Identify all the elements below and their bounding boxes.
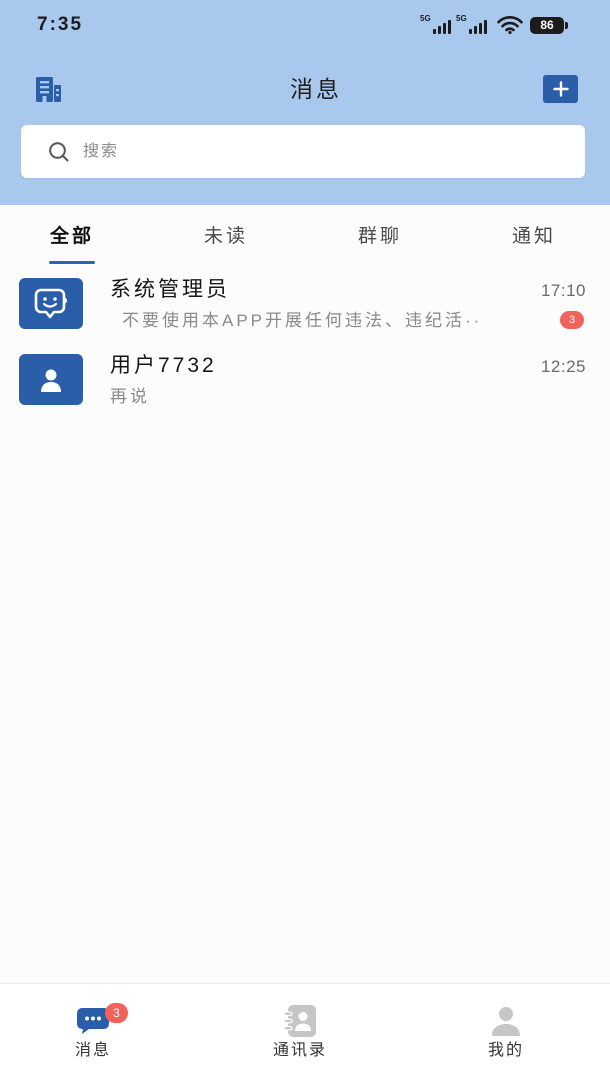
signal-bar [474, 26, 477, 34]
tab-all[interactable]: 全部 [22, 222, 122, 266]
avatar [19, 278, 83, 329]
signal-bar [448, 20, 451, 34]
nav-icon [436, 1004, 576, 1038]
tab-label: 通知 [511, 226, 556, 247]
conversation-item[interactable]: 用户7732 12:25 再说 [0, 346, 610, 422]
signal-bar [479, 23, 482, 34]
battery-icon: 86 [530, 17, 564, 34]
search-bar[interactable] [21, 125, 585, 178]
signal-bar [469, 29, 472, 34]
nav-label: 通讯录 [272, 1042, 327, 1059]
avatar [19, 354, 83, 405]
signal-bar [433, 29, 436, 34]
person-icon [41, 369, 61, 392]
conversation-time: 17:10 [540, 281, 586, 300]
nav-icon [230, 1004, 370, 1038]
nav-label: 消息 [74, 1042, 111, 1059]
conversation-time: 12:25 [540, 357, 586, 376]
battery-level: 86 [540, 18, 554, 32]
tab-group-chat[interactable]: 群聊 [330, 222, 430, 266]
contacts-icon [283, 1005, 316, 1037]
signal-bar [443, 23, 446, 34]
conversation-item[interactable]: 系统管理员 17:10 不要使用本APP开展任何违法、违纪活·· 3 [0, 270, 610, 346]
page-title: 消息 [290, 76, 342, 102]
network-type-label: 5G [456, 14, 467, 23]
status-bar: 7:35 5G 5G 86 [0, 0, 610, 50]
nav-contacts[interactable]: 通讯录 [230, 984, 370, 1084]
nav-profile[interactable]: 我的 [436, 984, 576, 1084]
tab-label: 未读 [203, 226, 248, 247]
unread-badge: 3 [560, 311, 584, 329]
plus-icon [552, 81, 569, 97]
signal-icon: 5G [420, 14, 454, 34]
building-icon-graphic [36, 77, 61, 102]
signal-bar [484, 20, 487, 34]
status-time: 7:35 [37, 14, 84, 35]
wifi-icon [497, 16, 523, 34]
battery-tip [565, 22, 568, 29]
nav-badge: 3 [105, 1003, 128, 1023]
conversation-name: 系统管理员 [110, 278, 230, 301]
nav-messages[interactable]: 3 消息 [23, 984, 163, 1084]
network-type-label: 5G [420, 14, 431, 23]
bot-chat-icon [34, 288, 68, 318]
search-input[interactable] [83, 125, 563, 178]
conversation-preview: 再说 [110, 387, 150, 406]
bottom-nav: 3 消息 通讯录 我的 [0, 983, 610, 1086]
nav-icon [23, 1004, 163, 1038]
conversation-name: 用户7732 [110, 354, 217, 377]
building-icon[interactable] [33, 75, 63, 103]
search-icon [49, 142, 69, 162]
add-button[interactable] [543, 75, 578, 103]
tab-label: 群聊 [357, 226, 402, 247]
active-tab-indicator [49, 261, 95, 264]
tab-label: 全部 [49, 226, 94, 247]
conversation-preview: 不要使用本APP开展任何违法、违纪活·· [122, 311, 483, 330]
signal-icon: 5G [456, 14, 490, 34]
signal-bars [433, 20, 451, 34]
tab-notifications[interactable]: 通知 [484, 222, 584, 266]
tab-unread[interactable]: 未读 [176, 222, 276, 266]
nav-label: 我的 [487, 1042, 524, 1059]
signal-bar [438, 26, 441, 34]
signal-bars [469, 20, 487, 34]
profile-icon [492, 1007, 520, 1036]
